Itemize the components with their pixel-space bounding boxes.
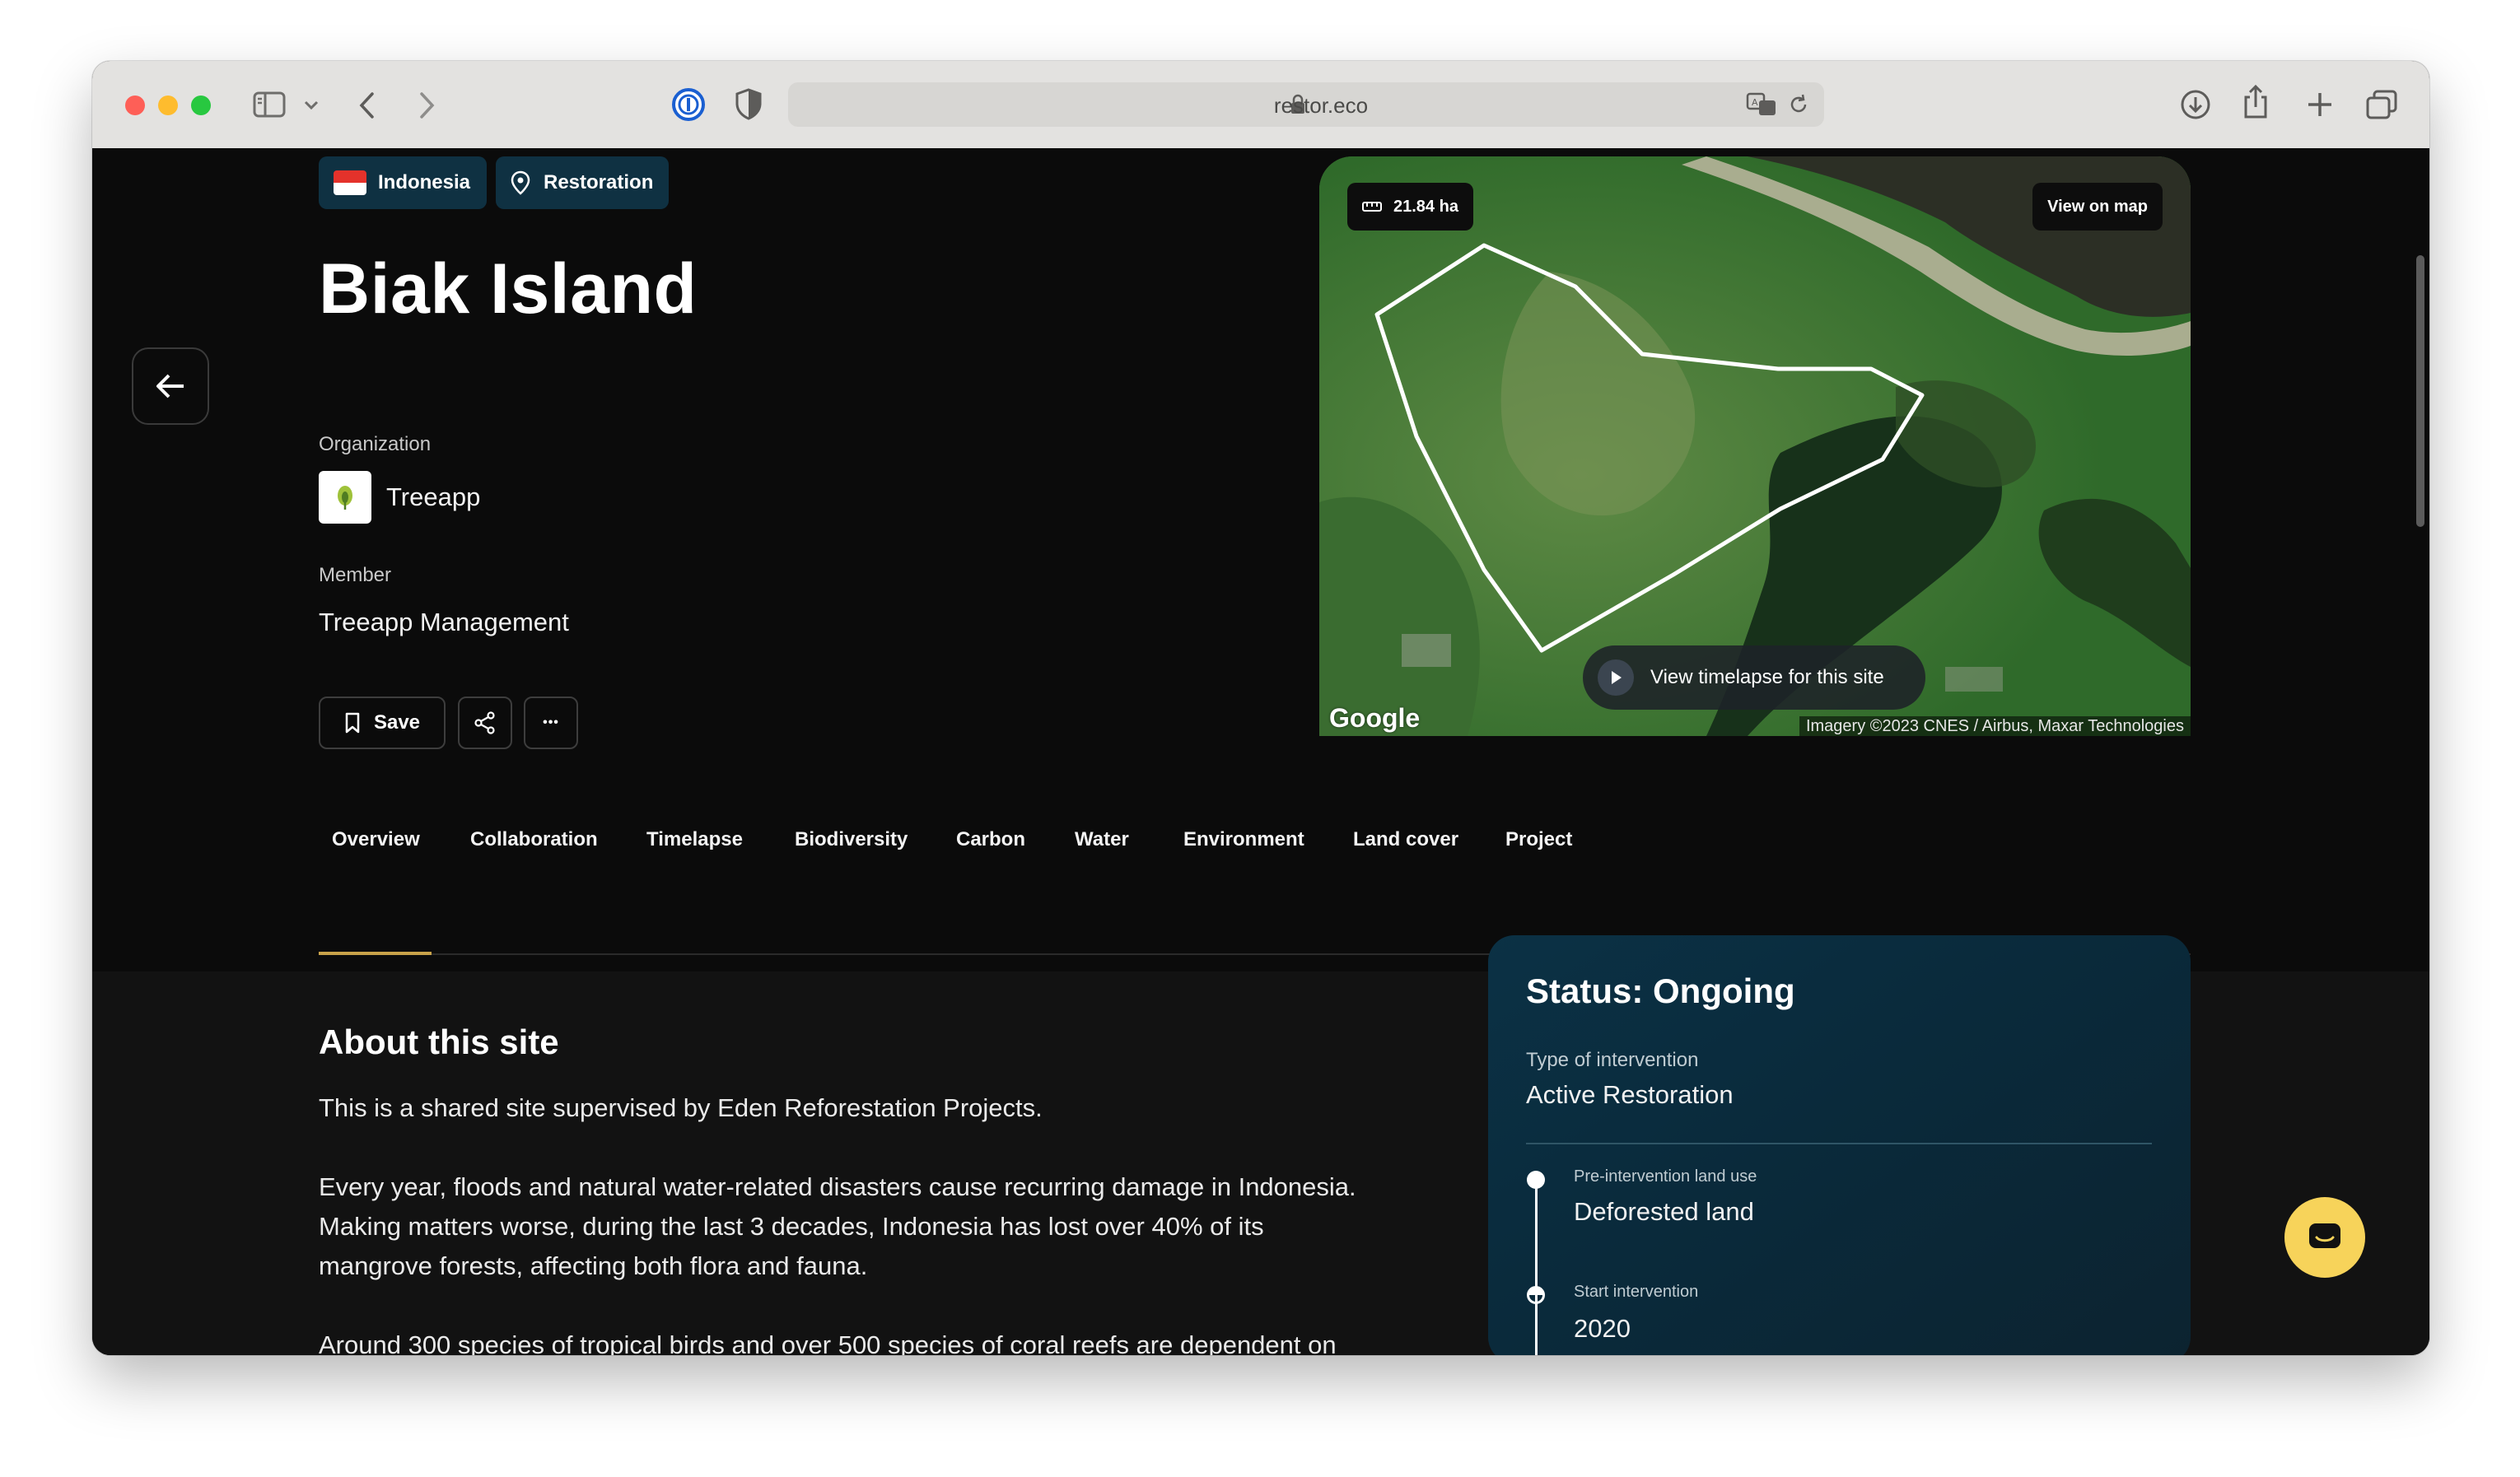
status-divider [1526,1143,2152,1144]
page-content: Indonesia Restoration Biak Island Organi… [92,148,2429,1355]
play-icon [1598,659,1634,696]
tabs-overview-icon[interactable] [2365,89,2398,120]
timeline-half-dot [1527,1286,1545,1304]
share-icon[interactable] [2242,84,2270,120]
member-label: Member [319,564,392,586]
location-pin-icon [511,170,530,195]
restoration-chip[interactable]: Restoration [496,156,669,209]
organization-name[interactable]: Treeapp [386,482,480,512]
about-paragraph-1: This is a shared site supervised by Eden… [319,1093,1043,1122]
start-intervention-value: 2020 [1574,1314,1631,1343]
browser-toolbar: restor.eco A [92,61,2429,149]
timelapse-label: View timelapse for this site [1650,666,1884,688]
close-window-button[interactable] [125,96,145,115]
intervention-type-value: Active Restoration [1526,1080,1734,1109]
new-tab-icon[interactable] [2306,91,2334,119]
address-bar[interactable]: restor.eco A [788,82,1824,127]
zoom-window-button[interactable] [191,96,211,115]
status-card: Status: Ongoing Type of intervention Act… [1488,935,2191,1355]
start-intervention-label: Start intervention [1574,1283,1699,1301]
chat-icon [2309,1223,2340,1248]
page-title: Biak Island [319,249,698,328]
country-chip[interactable]: Indonesia [319,156,487,209]
pre-land-use-label: Pre-intervention land use [1574,1167,1757,1186]
back-icon[interactable] [357,91,377,120]
arrow-left-icon [156,374,184,398]
chat-support-button[interactable] [2284,1197,2365,1278]
tab-overview[interactable]: Overview [332,828,420,851]
about-paragraph-2: Every year, floods and natural water-rel… [319,1172,1356,1280]
chevron-down-icon[interactable] [304,100,319,110]
tab-timelapse[interactable]: Timelapse [646,828,743,851]
back-button[interactable] [132,347,209,425]
forward-icon[interactable] [417,91,436,120]
area-badge: 21.84 ha [1347,183,1473,231]
pre-land-use-value: Deforested land [1574,1197,1754,1226]
save-button-label: Save [373,711,421,734]
download-icon[interactable] [2180,89,2211,120]
imagery-attribution: Imagery ©2023 CNES / Airbus, Maxar Techn… [1799,716,2191,736]
intervention-type-label: Type of intervention [1526,1049,1699,1071]
treeapp-logo-icon [338,486,352,510]
translate-icon[interactable]: A [1746,92,1779,117]
about-heading: About this site [319,1023,559,1061]
member-name: Treeapp Management [319,608,569,636]
ruler-icon [1362,202,1382,212]
minimize-window-button[interactable] [158,96,178,115]
indonesia-flag-icon [334,170,366,195]
view-timelapse-button[interactable]: View timelapse for this site [1583,645,1925,710]
tab-project[interactable]: Project [1505,828,1572,851]
restoration-chip-label: Restoration [544,171,654,193]
tab-environment[interactable]: Environment [1183,828,1304,851]
status-title: Status: Ongoing [1526,971,1795,1010]
view-on-map-label: View on map [2047,197,2148,216]
tab-water[interactable]: Water [1075,828,1129,851]
browser-window: restor.eco A Indonesia Restoration Biak … [92,61,2429,1355]
timeline-line [1535,1179,1538,1355]
more-options-label: ••• [543,715,559,729]
more-options-button[interactable]: ••• [524,697,578,749]
active-tab-indicator [319,952,432,955]
save-button[interactable]: Save [319,697,446,749]
svg-text:A: A [1752,97,1758,108]
reload-icon[interactable] [1787,93,1810,116]
shield-icon[interactable] [735,87,763,120]
site-map[interactable]: 21.84 ha View on map View timelapse for … [1319,156,2191,736]
url-text: restor.eco [1273,93,1369,118]
timeline-dot [1527,1171,1545,1189]
tab-biodiversity[interactable]: Biodiversity [795,828,908,851]
tab-carbon[interactable]: Carbon [956,828,1025,851]
google-logo: Google [1329,703,1421,733]
organization-label: Organization [319,433,432,455]
password-manager-icon[interactable] [671,87,706,122]
page-scrollbar[interactable] [2416,255,2424,527]
share-button[interactable] [458,697,512,749]
country-chip-label: Indonesia [378,171,471,193]
view-on-map-button[interactable]: View on map [2032,183,2163,231]
share-nodes-icon [474,711,495,734]
area-value: 21.84 ha [1393,197,1458,216]
tab-land-cover[interactable]: Land cover [1353,828,1458,851]
tab-collaboration[interactable]: Collaboration [470,828,598,851]
bookmark-icon [345,712,360,734]
sidebar-icon[interactable] [253,91,286,119]
organization-logo[interactable] [319,471,371,524]
about-paragraph-3: Around 300 species of tropical birds and… [319,1330,1337,1355]
